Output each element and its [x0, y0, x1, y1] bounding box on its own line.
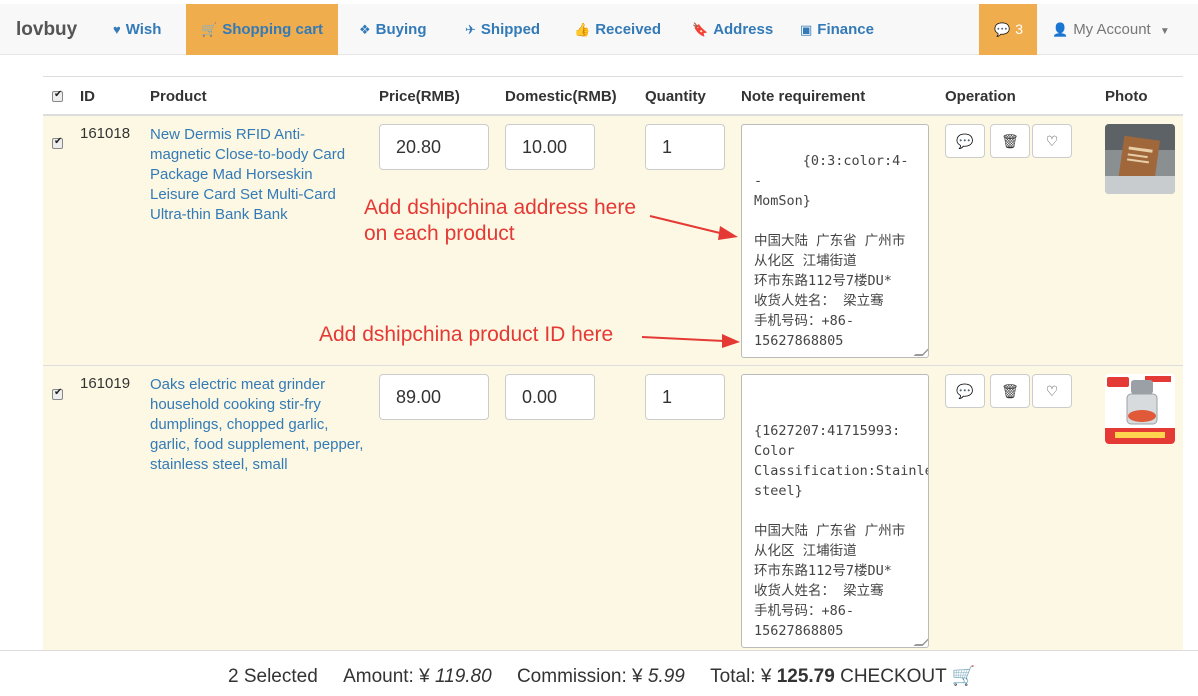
row-checkbox[interactable] [52, 387, 63, 400]
domestic-input[interactable]: 0.00 [505, 374, 595, 420]
comment-button[interactable]: 💬 [945, 124, 985, 158]
meat-grinder-product-image [1105, 374, 1175, 444]
row-checkbox[interactable] [52, 136, 63, 149]
header-operation: Operation [945, 88, 1016, 105]
header-note: Note requirement [741, 88, 866, 105]
note-text: {1627207:41715993: Color Classification:… [754, 423, 928, 639]
price-input[interactable]: 89.00 [379, 374, 489, 420]
nav-wish-label: Wish [125, 21, 162, 38]
header-id: ID [80, 88, 95, 105]
user-icon: 👤 [1052, 22, 1069, 37]
heart-outline-icon: ♡ [1045, 383, 1059, 399]
product-photo[interactable] [1105, 374, 1175, 444]
delete-button[interactable]: 🗑 [990, 124, 1030, 158]
amount-label: Amount: ¥ [343, 666, 430, 687]
delete-button[interactable]: 🗑 [990, 374, 1030, 408]
thumbs-up-icon: 👍 [574, 22, 591, 37]
header-product: Product [150, 88, 207, 105]
nav-buying-label: Buying [375, 21, 427, 38]
plane-icon: ✈ [465, 22, 476, 37]
resize-grip-icon[interactable] [913, 347, 928, 356]
header-domestic: Domestic(RMB) [505, 88, 617, 105]
messages-count: 3 [1015, 21, 1023, 37]
commission-label: Commission: ¥ [516, 666, 643, 687]
note-textarea[interactable]: {1627207:41715993: Color Classification:… [741, 374, 929, 648]
amount-value: 119.80 [434, 666, 492, 687]
nav-buying[interactable]: ❖ Buying [359, 4, 427, 55]
annotation-pid: Add dshipchina product ID here [319, 323, 614, 346]
nav-finance-label: Finance [817, 21, 874, 38]
total-value: 125.79 [776, 666, 835, 687]
wishlist-button[interactable]: ♡ [1032, 124, 1072, 158]
nav-address-label: Address [713, 21, 774, 38]
product-link[interactable]: Oaks electric meat grinder household coo… [150, 375, 365, 475]
nav-finance[interactable]: ▣ Finance [800, 4, 874, 55]
header-price: Price(RMB) [379, 88, 460, 105]
my-account-label: My Account [1073, 21, 1151, 38]
note-textarea[interactable]: {0:3:color:4-- MomSon} 中国大陆 广东省 广州市 从化区 … [741, 124, 929, 358]
row-id: 161019 [80, 375, 131, 392]
header-quantity: Quantity [645, 88, 706, 105]
annotation-arrow-address [649, 215, 738, 240]
commission-value: 5.99 [647, 666, 685, 687]
nav-cart-label: Shopping cart [222, 21, 324, 38]
nav-shopping-cart[interactable]: 🛒 Shopping cart [186, 4, 339, 55]
comment-button[interactable]: 💬 [945, 374, 985, 408]
brand-logo[interactable]: lovbuy [16, 4, 77, 55]
product-photo[interactable] [1105, 124, 1175, 194]
cart-icon: 🛒 [951, 666, 976, 687]
top-navbar: lovbuy ♥ Wish 🛒 Shopping cart ❖ Buying ✈ Shi… [0, 4, 1198, 55]
my-account-dropdown[interactable]: 👤 My Account ▼ [1052, 4, 1170, 55]
nav-received[interactable]: 👍 Received [574, 4, 661, 55]
checkout-button[interactable]: CHECKOUT 🛒 [840, 666, 975, 687]
annotation-address-line1: Add dshipchina address here [364, 196, 637, 219]
messages-button[interactable]: 💬 3 [979, 4, 1037, 55]
money-icon: ▣ [800, 22, 813, 37]
trash-icon: 🗑 [1001, 383, 1019, 399]
comment-icon: 💬 [994, 22, 1011, 37]
selected-count: 2 Selected [228, 666, 318, 687]
total-label: Total: ¥ [710, 666, 772, 687]
nav-wish[interactable]: ♥ Wish [113, 4, 161, 55]
cubes-icon: ❖ [359, 22, 371, 37]
annotation-address: Add dshipchina address here on each prod… [364, 195, 636, 247]
annotation-address-line2: on each product [364, 222, 515, 245]
header-photo: Photo [1105, 88, 1148, 105]
quantity-input[interactable]: 1 [645, 374, 725, 420]
checkout-summary: 2 Selected Amount: ¥ 119.80 Commission: … [228, 664, 975, 688]
bookmark-icon: 🔖 [692, 22, 709, 37]
nav-shipped-label: Shipped [480, 21, 541, 38]
table-header: ID Product Price(RMB) Domestic(RMB) Quan… [43, 76, 1183, 116]
nav-shipped[interactable]: ✈ Shipped [465, 4, 540, 55]
quantity-input[interactable]: 1 [645, 124, 725, 170]
table-row: 161019 Oaks electric meat grinder househ… [43, 366, 1183, 666]
caret-down-icon: ▼ [1159, 26, 1170, 37]
trash-icon: 🗑 [1001, 133, 1019, 149]
select-all-checkbox[interactable] [52, 89, 63, 102]
checkout-footer: 2 Selected Amount: ¥ 119.80 Commission: … [0, 650, 1198, 696]
checkout-label: CHECKOUT [840, 666, 947, 687]
nav-received-label: Received [595, 21, 662, 38]
heart-icon: ♥ [113, 22, 121, 37]
product-link[interactable]: New Dermis RFID Anti-magnetic Close-to-b… [150, 125, 365, 225]
wallet-product-image [1105, 124, 1175, 194]
annotation-arrow-pid [641, 334, 740, 348]
resize-grip-icon[interactable] [913, 637, 928, 646]
price-input[interactable]: 20.80 [379, 124, 489, 170]
nav-address[interactable]: 🔖 Address [692, 4, 773, 55]
comment-icon: 💬 [956, 383, 974, 399]
comment-icon: 💬 [956, 133, 974, 149]
row-id: 161018 [80, 125, 131, 142]
heart-outline-icon: ♡ [1045, 133, 1059, 149]
note-text: {0:3:color:4-- MomSon} 中国大陆 广东省 广州市 从化区 … [754, 153, 909, 349]
cart-icon: 🛒 [201, 22, 218, 37]
domestic-input[interactable]: 10.00 [505, 124, 595, 170]
wishlist-button[interactable]: ♡ [1032, 374, 1072, 408]
